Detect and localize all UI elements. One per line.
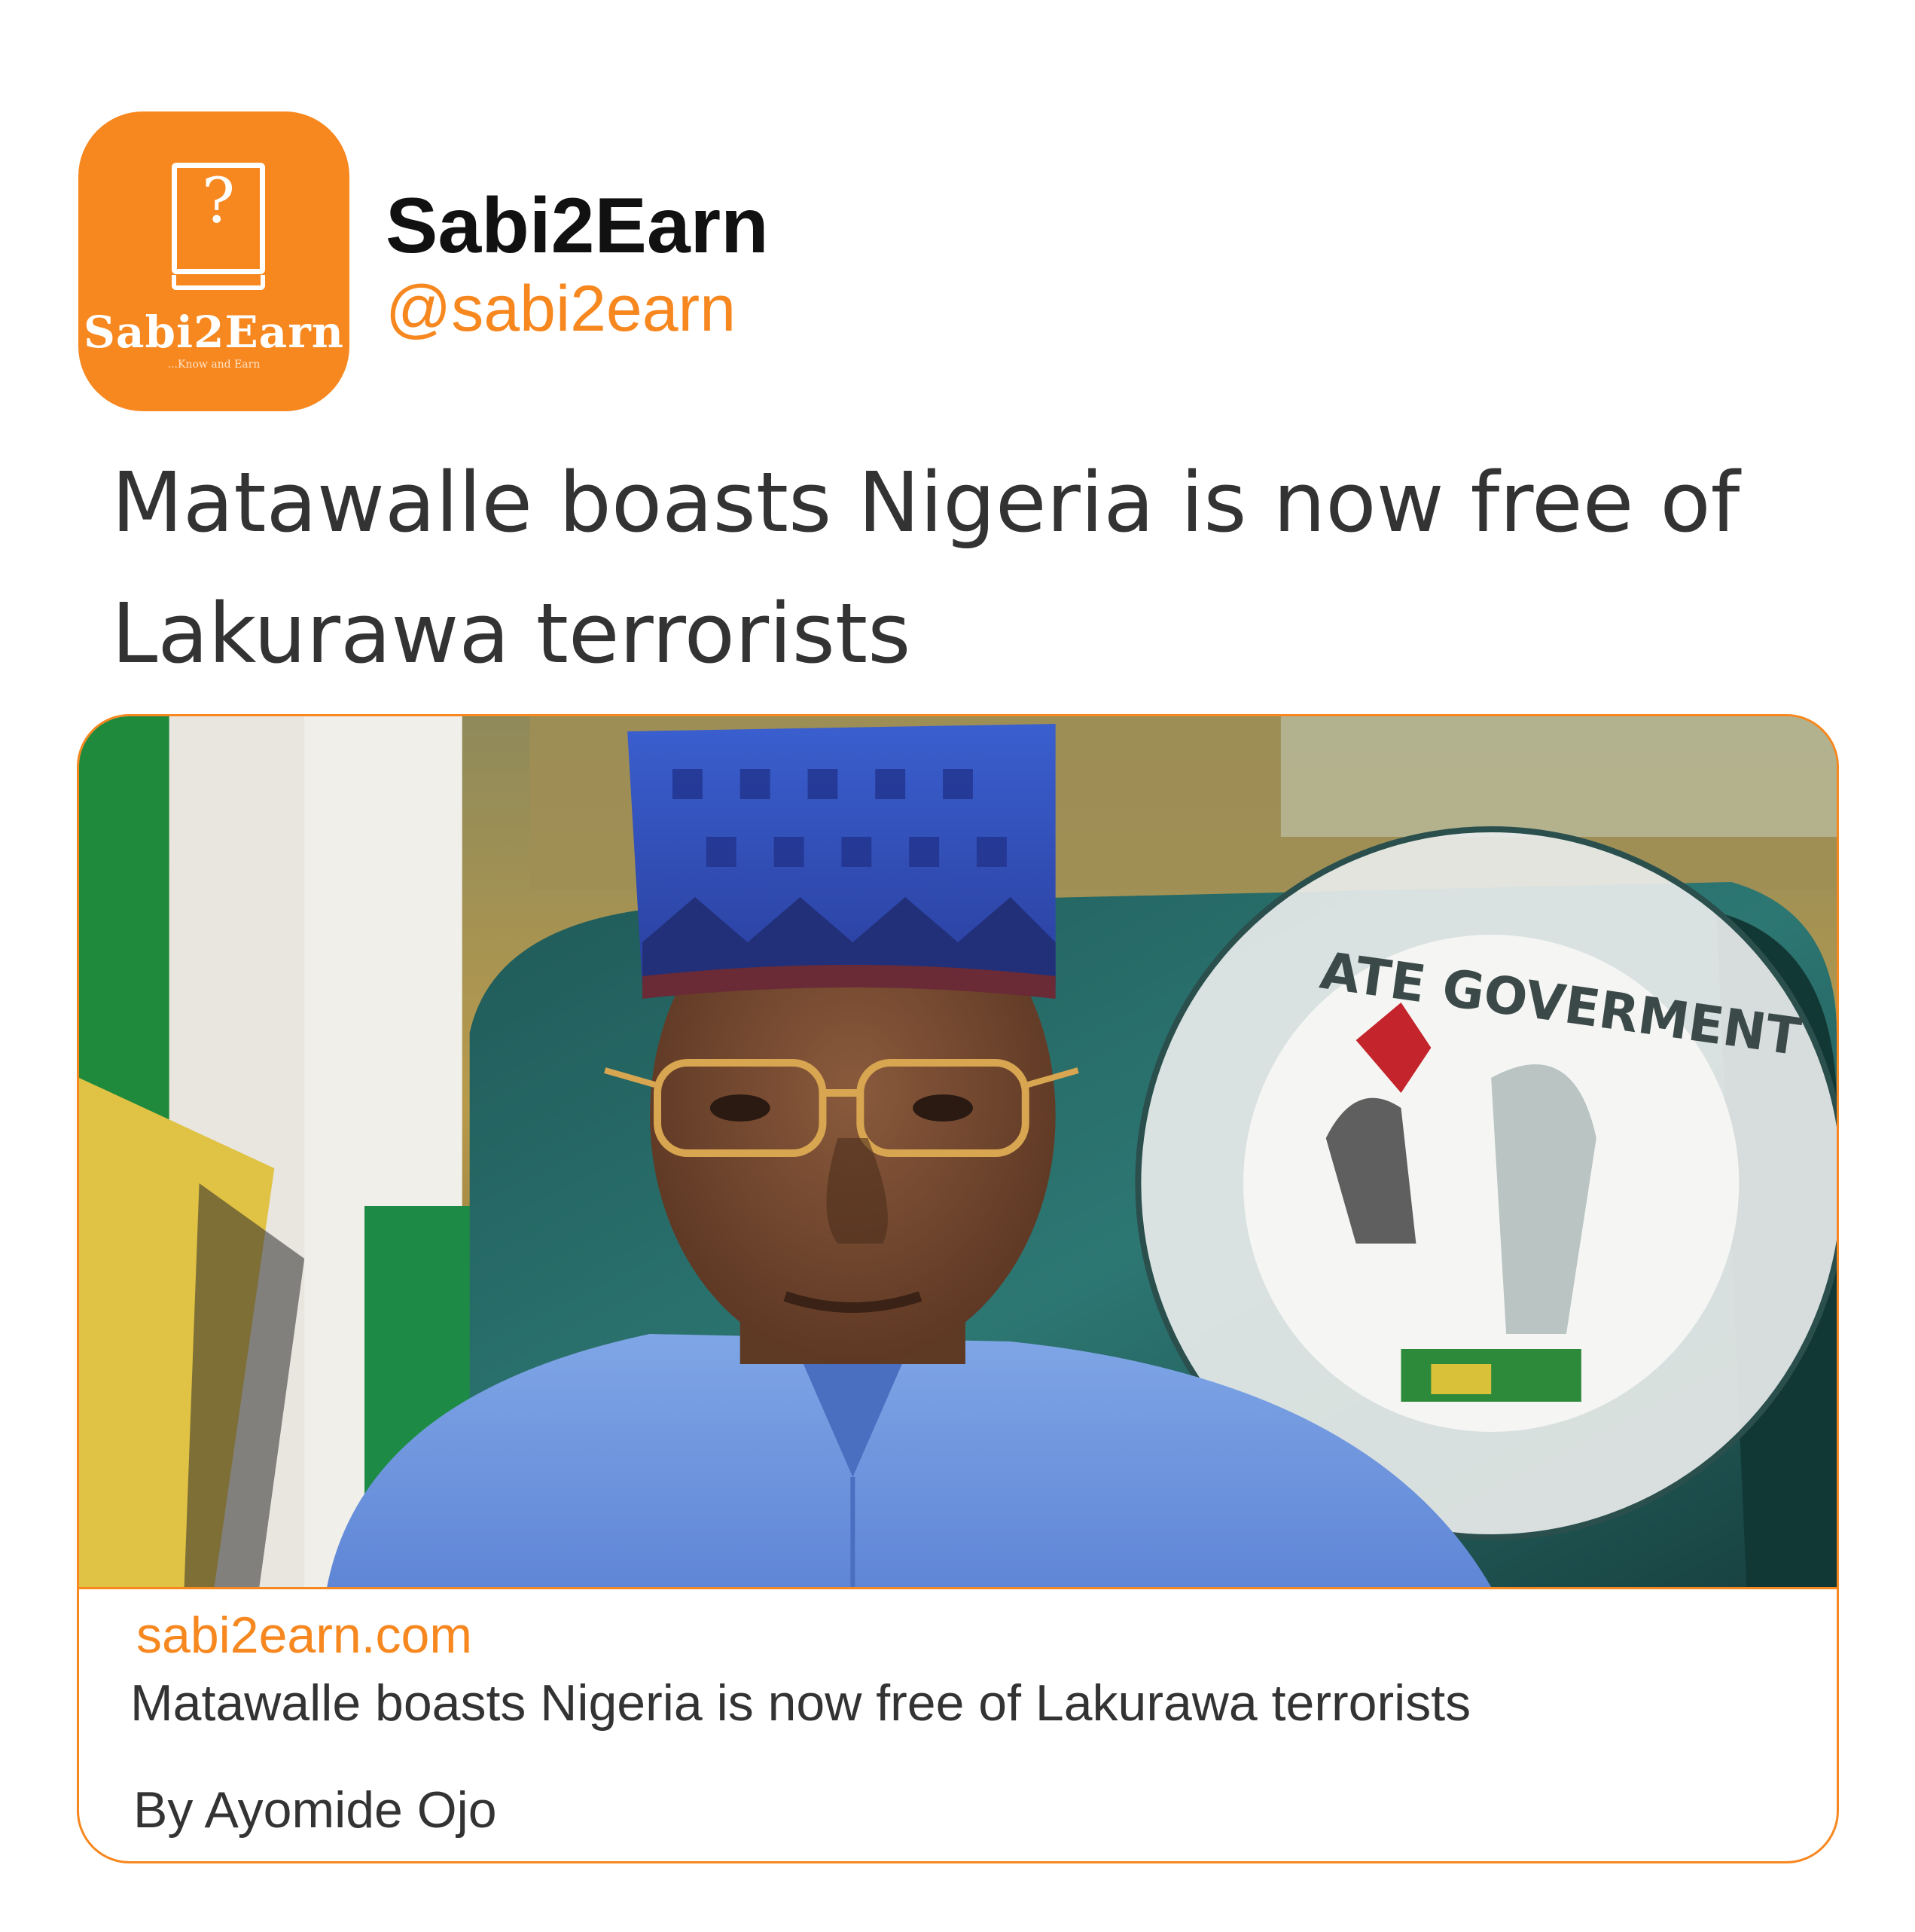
link-preview-card[interactable]: ATE GOVERMENT sabi2earn.com Matawalle bo…	[77, 714, 1839, 1863]
account-display-name[interactable]: Sabi2Earn	[386, 182, 769, 270]
card-image[interactable]: ATE GOVERMENT	[79, 716, 1837, 1589]
avatar-brand-logo-text: Sabi2Earn	[84, 307, 344, 358]
avatar-tagline: ...Know and Earn	[167, 359, 261, 371]
profile-avatar[interactable]: ? Sabi2Earn ...Know and Earn	[78, 111, 349, 411]
card-byline: By Ayomide Ojo	[133, 1781, 497, 1839]
card-domain[interactable]: sabi2earn.com	[136, 1605, 472, 1665]
card-title[interactable]: Matawalle boasts Nigeria is now free of …	[130, 1673, 1471, 1733]
account-handle[interactable]: @sabi2earn	[386, 273, 736, 345]
question-book-icon: ?	[172, 163, 265, 290]
article-photo: ATE GOVERMENT	[79, 716, 1837, 1587]
tweet-text: Matawalle boasts Nigeria is now free of …	[111, 454, 1740, 682]
